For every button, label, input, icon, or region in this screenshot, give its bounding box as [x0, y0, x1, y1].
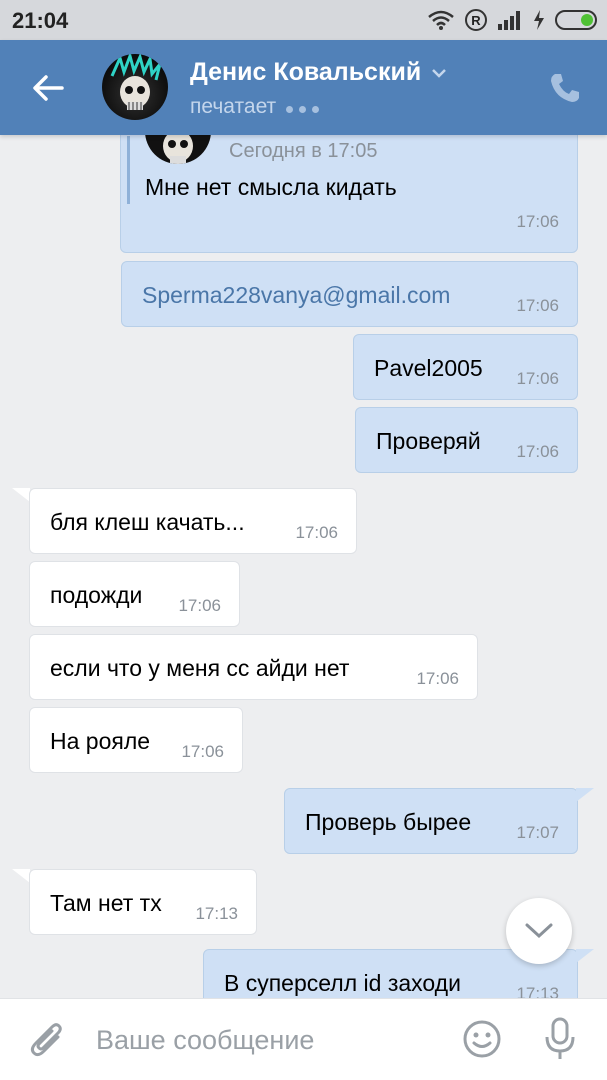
message-bubble-out[interactable]: Pavel2005 17:06: [353, 334, 578, 400]
back-arrow-icon[interactable]: [28, 68, 68, 108]
skull-avatar-image: [110, 54, 162, 110]
message-bubble-in[interactable]: бля клеш качать... 17:06: [29, 488, 357, 554]
contact-name[interactable]: Денис Ковальский: [190, 58, 447, 87]
message-time: 17:06: [178, 596, 221, 615]
attach-icon[interactable]: [28, 1021, 68, 1061]
wifi-icon: [428, 10, 454, 30]
forwarded-message[interactable]: Сегодня в 17:05 Мне нет смысла кидать 17…: [120, 135, 578, 253]
message-text: Проверь бырее: [305, 809, 472, 835]
contact-name-text: Денис Ковальский: [190, 58, 422, 86]
typing-status-text: печатает: [190, 95, 277, 118]
typing-status: печатает: [190, 95, 325, 119]
message-bubble-in[interactable]: если что у меня сс айди нет 17:06: [29, 634, 478, 700]
message-bubble-out[interactable]: Проверяй 17:06: [355, 407, 578, 473]
message-time: 17:06: [181, 742, 224, 761]
message-bubble-in[interactable]: подожди 17:06: [29, 561, 240, 627]
bubble-tail: [12, 869, 30, 883]
forward-date: Сегодня в 17:05: [229, 140, 378, 162]
phone-icon[interactable]: [547, 70, 583, 106]
message-time: 17:06: [416, 669, 459, 688]
message-time: 17:06: [295, 523, 338, 542]
r-badge-icon: R: [465, 9, 487, 31]
message-bubble-in[interactable]: На рояле 17:06: [29, 707, 243, 773]
message-text: бля клеш качать...: [50, 509, 245, 535]
scroll-to-bottom-button[interactable]: [506, 898, 572, 964]
message-time: 17:13: [195, 904, 238, 923]
message-text: В суперселл id заходи: [224, 970, 461, 996]
signal-icon: [498, 11, 520, 30]
forward-text: Мне нет смысла кидать: [145, 174, 397, 200]
typing-dots-icon: [286, 95, 325, 119]
contact-avatar[interactable]: [102, 54, 168, 120]
message-time: 17:06: [516, 369, 559, 388]
bubble-tail: [576, 788, 594, 802]
message-bubble-out[interactable]: Проверь бырее 17:07: [284, 788, 578, 854]
charging-icon: [534, 10, 544, 30]
message-time: 17:06: [516, 296, 559, 315]
bubble-tail: [12, 488, 30, 502]
status-time: 21:04: [12, 8, 69, 33]
message-input[interactable]: [96, 1019, 436, 1061]
message-bubble-out[interactable]: Sperma228vanya@gmail.com 17:06: [121, 261, 578, 327]
email-link[interactable]: Sperma228vanya@gmail.com: [142, 282, 450, 309]
chat-header: Денис Ковальский печатает: [0, 40, 607, 135]
message-text: подожди: [50, 582, 143, 608]
message-text: Там нет тх: [50, 890, 162, 916]
emoji-icon[interactable]: [462, 1019, 502, 1059]
message-time: 17:06: [516, 442, 559, 461]
chevron-down-icon: [525, 923, 553, 939]
mic-icon[interactable]: [542, 1015, 578, 1063]
message-time: 17:07: [516, 823, 559, 842]
message-time: 17:06: [516, 212, 559, 231]
status-icons: R: [427, 6, 597, 34]
message-text: если что у меня сс айди нет: [50, 655, 350, 681]
message-text: Проверяй: [376, 428, 481, 454]
message-bubble-in[interactable]: Там нет тх 17:13: [29, 869, 257, 935]
chevron-down-icon[interactable]: [431, 68, 447, 78]
message-input-bar: [0, 998, 607, 1080]
status-bar: 21:04 R: [0, 0, 607, 40]
message-text: Pavel2005: [374, 355, 483, 381]
message-text: На рояле: [50, 728, 151, 754]
skull-avatar-image: [163, 135, 193, 164]
forward-avatar: [145, 135, 211, 164]
battery-icon: [555, 10, 597, 30]
forward-bar: [127, 136, 130, 204]
message-list[interactable]: Сегодня в 17:05 Мне нет смысла кидать 17…: [0, 135, 607, 1000]
bubble-tail: [576, 949, 594, 963]
